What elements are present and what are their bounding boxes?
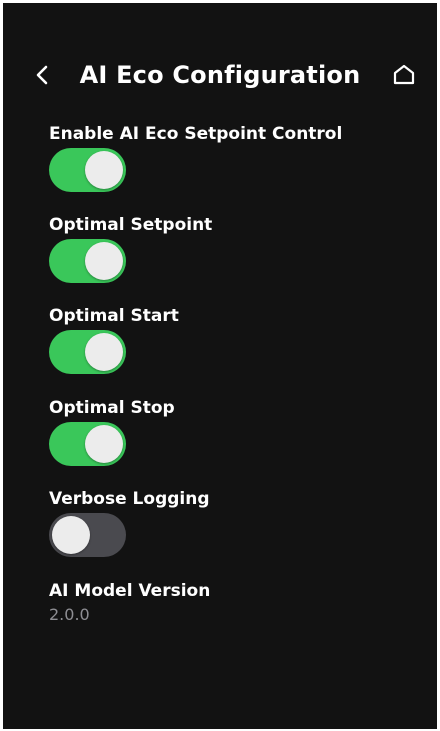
setting-label: Optimal Stop (49, 398, 175, 418)
setting-verbose-logging: Verbose Logging (49, 488, 210, 557)
toggle-knob (85, 242, 123, 280)
setting-optimal-start: Optimal Start (49, 305, 179, 374)
setting-label: Optimal Setpoint (49, 215, 213, 235)
optimal-start-toggle[interactable] (49, 330, 126, 374)
page-title: AI Eco Configuration (79, 61, 361, 89)
model-version-section: AI Model Version 2.0.0 (49, 580, 210, 626)
optimal-setpoint-toggle[interactable] (49, 239, 126, 283)
toggle-knob (85, 333, 123, 371)
setting-label: Optimal Start (49, 306, 179, 326)
enable-ai-eco-toggle[interactable] (49, 148, 126, 192)
setting-enable-ai-eco: Enable AI Eco Setpoint Control (49, 123, 342, 192)
home-icon (393, 64, 415, 85)
setting-label: Verbose Logging (49, 489, 210, 509)
optimal-stop-toggle[interactable] (49, 422, 126, 466)
verbose-logging-toggle[interactable] (49, 513, 126, 557)
toggle-knob (52, 516, 90, 554)
setting-label: Enable AI Eco Setpoint Control (49, 124, 343, 144)
toggle-knob (85, 425, 123, 463)
setting-optimal-setpoint: Optimal Setpoint (49, 214, 212, 283)
model-version-value: 2.0.0 (49, 605, 90, 624)
setting-optimal-stop: Optimal Stop (49, 397, 175, 466)
header: AI Eco Configuration (3, 53, 437, 97)
toggle-knob (85, 151, 123, 189)
model-version-label: AI Model Version (49, 581, 211, 601)
home-button[interactable] (391, 61, 417, 89)
app-screen: AI Eco Configuration Enable AI Eco Setpo… (3, 3, 437, 729)
